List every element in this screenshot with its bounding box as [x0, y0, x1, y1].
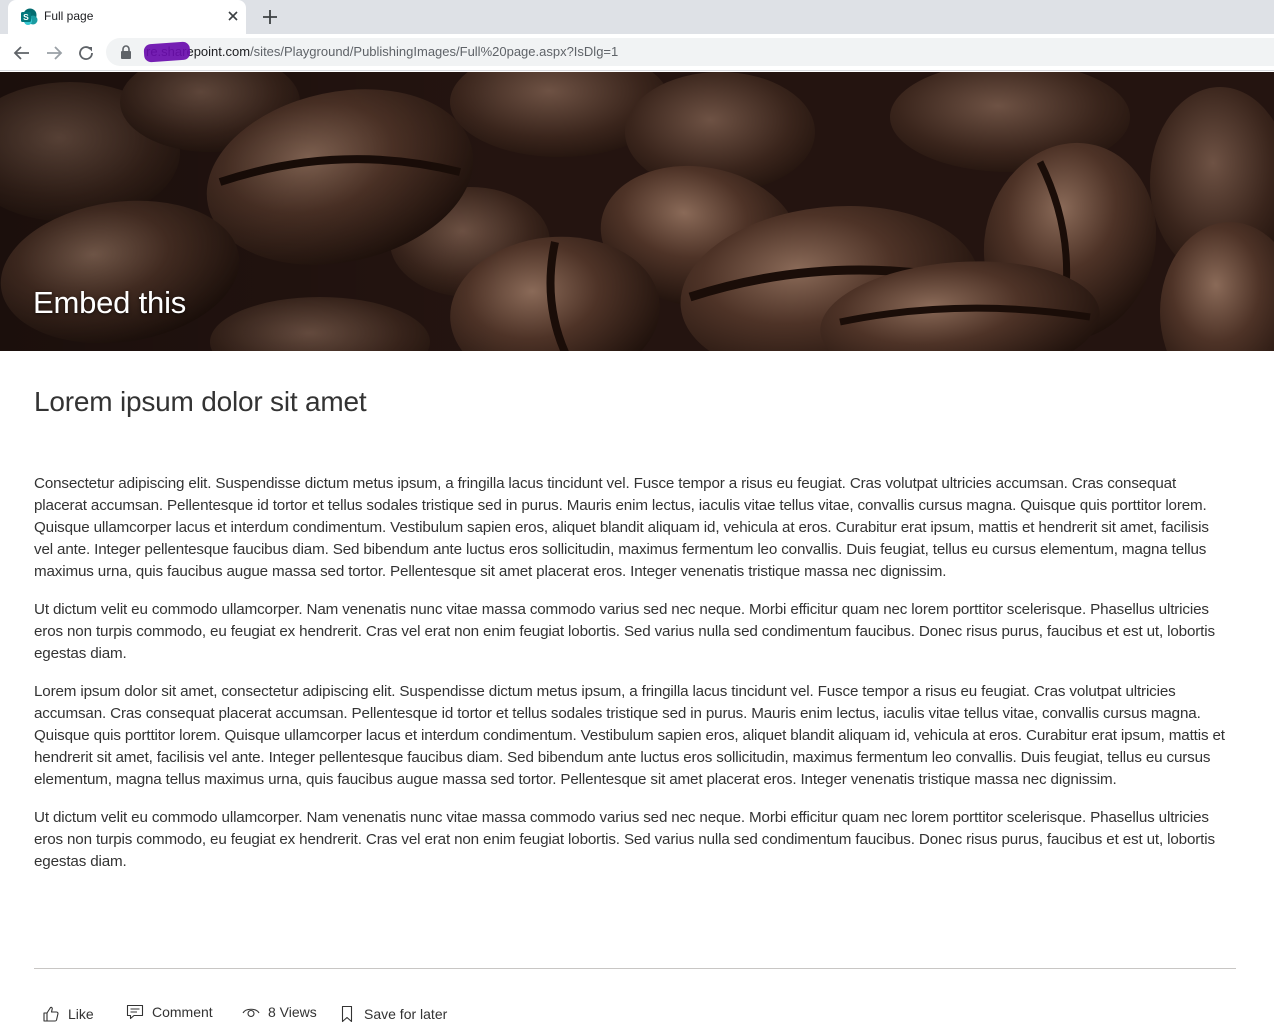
- comment-label: Comment: [152, 1004, 213, 1020]
- back-arrow-icon[interactable]: [11, 42, 33, 64]
- reload-icon[interactable]: [75, 42, 97, 64]
- views-count: 8 Views: [242, 1000, 317, 1024]
- social-bar: Like Comment 8 Views Save for later: [34, 996, 634, 1026]
- paragraph: Lorem ipsum dolor sit amet, consectetur …: [34, 683, 1225, 788]
- eye-icon: [242, 1008, 260, 1018]
- paragraph: Ut dictum velit eu commodo ullamcorper. …: [34, 601, 1215, 662]
- paragraph: Ut dictum velit eu commodo ullamcorper. …: [34, 809, 1215, 870]
- article-body: Consectetur adipiscing elit. Suspendisse…: [34, 473, 1230, 889]
- redaction-mark: [143, 41, 191, 63]
- close-tab-icon[interactable]: [224, 7, 242, 25]
- forward-arrow-icon[interactable]: [43, 42, 65, 64]
- page-heading: Lorem ipsum dolor sit amet: [34, 386, 367, 417]
- lock-icon[interactable]: [120, 45, 132, 59]
- thumbs-up-icon: [43, 1006, 59, 1022]
- like-button[interactable]: Like: [42, 1002, 94, 1026]
- address-bar[interactable]: re.sharepoint.com/sites/Playground/Publi…: [106, 38, 1274, 66]
- new-tab-icon[interactable]: [260, 7, 280, 27]
- browser-toolbar: re.sharepoint.com/sites/Playground/Publi…: [0, 34, 1274, 71]
- paragraph: Consectetur adipiscing elit. Suspendisse…: [34, 475, 1209, 580]
- like-label: Like: [68, 1006, 94, 1022]
- views-label: 8 Views: [268, 1004, 317, 1020]
- url-path: /sites/Playground/PublishingImages/Full%…: [250, 44, 619, 59]
- url-text[interactable]: re.sharepoint.com/sites/Playground/Publi…: [144, 44, 618, 59]
- tab-title: Full page: [44, 9, 94, 23]
- bookmark-icon: [341, 1005, 353, 1023]
- browser-tabstrip: S Full page: [0, 0, 1274, 34]
- svg-text:S: S: [23, 12, 29, 22]
- comment-button[interactable]: Comment: [126, 1000, 213, 1024]
- divider: [34, 968, 1236, 969]
- sharepoint-favicon-icon: S: [21, 8, 38, 25]
- browser-tab[interactable]: S Full page: [8, 0, 246, 34]
- hero-title: Embed this: [33, 285, 187, 320]
- save-for-later-button[interactable]: Save for later: [338, 1002, 447, 1026]
- hero-banner: Embed this: [0, 72, 1274, 351]
- comment-icon: [126, 1004, 144, 1020]
- save-for-later-label: Save for later: [364, 1006, 448, 1022]
- page-header: Lorem ipsum dolor sit amet: [34, 385, 1224, 419]
- coffee-beans-image: [0, 72, 1274, 351]
